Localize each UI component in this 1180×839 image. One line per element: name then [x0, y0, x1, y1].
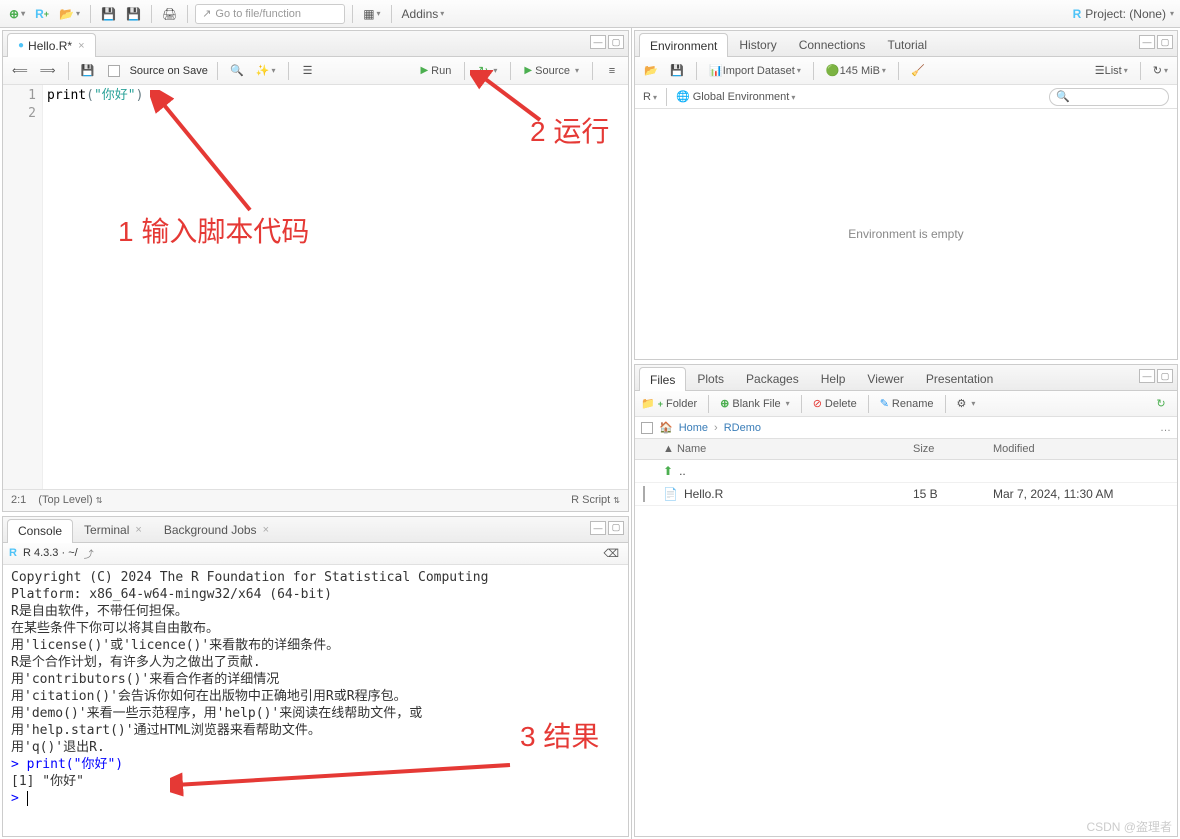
tab-environment[interactable]: Environment	[639, 33, 728, 57]
maximize-icon[interactable]: ▢	[608, 35, 624, 49]
rename-button[interactable]: ✎Rename	[880, 397, 934, 410]
tab-presentation[interactable]: Presentation	[915, 366, 1004, 390]
console-pane: Console Terminal× Background Jobs× — ▢ R…	[2, 516, 629, 837]
wand-icon[interactable]: ✨	[253, 61, 279, 81]
tab-terminal[interactable]: Terminal×	[73, 518, 153, 542]
tab-console[interactable]: Console	[7, 519, 73, 543]
breadcrumb-rdemo[interactable]: RDemo	[724, 422, 761, 434]
select-all-checkbox[interactable]	[641, 422, 653, 434]
env-search-input[interactable]: 🔍	[1049, 88, 1169, 106]
maximize-icon[interactable]: ▢	[608, 521, 624, 535]
environment-pane: Environment History Connections Tutorial…	[634, 30, 1178, 360]
tab-tutorial[interactable]: Tutorial	[876, 32, 938, 56]
new-folder-button[interactable]: 📁+Folder	[641, 397, 697, 410]
refresh-icon[interactable]: ↻	[1150, 61, 1171, 81]
source-button[interactable]: ▶Source	[520, 63, 583, 79]
outline-icon[interactable]: ☰	[298, 61, 318, 81]
watermark: CSDN @盗理者	[1086, 818, 1172, 835]
code-editor[interactable]: 12 print("你好")	[3, 85, 628, 489]
console-output[interactable]: Copyright (C) 2024 The R Foundation for …	[3, 565, 628, 836]
open-file-icon[interactable]: 📂	[56, 4, 83, 24]
tab-viewer[interactable]: Viewer	[856, 366, 914, 390]
list-view-button[interactable]: ☰ List	[1092, 61, 1131, 81]
minimize-icon[interactable]: —	[590, 35, 606, 49]
save-icon[interactable]: 💾	[98, 4, 119, 24]
minimize-icon[interactable]: —	[1139, 35, 1155, 49]
file-checkbox[interactable]	[643, 486, 645, 502]
addins-menu[interactable]: Addins	[399, 4, 448, 24]
scope-selector[interactable]: (Top Level) ⇅	[38, 494, 102, 506]
breadcrumb-home[interactable]: Home	[679, 422, 708, 434]
project-selector[interactable]: R Project: (None) ▾	[1073, 7, 1174, 21]
print-icon[interactable]: 🖨	[159, 4, 180, 24]
file-tab[interactable]: ● Hello.R* ×	[7, 33, 96, 57]
load-workspace-icon[interactable]: 📂	[641, 61, 661, 81]
blank-file-button[interactable]: ⊕Blank File	[720, 397, 790, 410]
new-project-icon[interactable]: R+	[32, 4, 52, 24]
find-icon[interactable]: 🔍	[227, 61, 247, 81]
save-workspace-icon[interactable]: 💾	[667, 61, 687, 81]
console-header: R 4.3.3 · ~/	[23, 547, 78, 559]
source-on-save-checkbox[interactable]	[104, 61, 124, 81]
tab-files[interactable]: Files	[639, 367, 686, 391]
global-env-selector[interactable]: 🌐 Global Environment	[676, 90, 795, 103]
outline-toggle-icon[interactable]: ≡	[602, 61, 622, 81]
tab-background-jobs[interactable]: Background Jobs×	[153, 518, 280, 542]
grid-icon[interactable]: ▦	[360, 4, 383, 24]
save-icon[interactable]: 💾	[78, 61, 98, 81]
source-pane: ● Hello.R* × — ▢ ⟸ ⟹ 💾 Source on Save 🔍 …	[2, 30, 629, 512]
save-all-icon[interactable]: 💾	[123, 4, 144, 24]
delete-button[interactable]: ⊘Delete	[813, 397, 857, 410]
memory-indicator[interactable]: 🟢 145 MiB	[823, 61, 889, 81]
maximize-icon[interactable]: ▢	[1157, 369, 1173, 383]
files-pane: Files Plots Packages Help Viewer Present…	[634, 364, 1178, 837]
file-row[interactable]: 📄Hello.R 15 B Mar 7, 2024, 11:30 AM	[635, 483, 1177, 506]
breadcrumb: 🏠 Home › RDemo …	[635, 417, 1177, 439]
gear-icon[interactable]: ⚙	[957, 397, 976, 410]
close-icon[interactable]: ×	[78, 40, 84, 52]
back-icon[interactable]: ⟸	[9, 61, 31, 81]
env-empty-message: Environment is empty	[635, 109, 1177, 359]
tab-history[interactable]: History	[728, 32, 787, 56]
cursor-position: 2:1	[11, 494, 26, 506]
new-file-icon[interactable]: ⊕	[6, 4, 28, 24]
maximize-icon[interactable]: ▢	[1157, 35, 1173, 49]
source-on-save-label: Source on Save	[130, 65, 208, 77]
refresh-files-icon[interactable]: ↻	[1151, 394, 1171, 414]
tab-connections[interactable]: Connections	[788, 32, 877, 56]
rerun-button[interactable]: ↻	[474, 62, 501, 80]
goto-input[interactable]: ↗ Go to file/function	[195, 4, 345, 24]
forward-icon[interactable]: ⟹	[37, 61, 59, 81]
tab-plots[interactable]: Plots	[686, 366, 735, 390]
import-dataset-button[interactable]: 📊 Import Dataset	[706, 61, 804, 81]
clear-env-icon[interactable]: 🧹	[908, 61, 928, 81]
tab-packages[interactable]: Packages	[735, 366, 810, 390]
tab-help[interactable]: Help	[810, 366, 857, 390]
run-button[interactable]: ▶Run	[416, 63, 455, 79]
clear-console-icon[interactable]: ⌫	[600, 543, 622, 563]
home-icon[interactable]: 🏠	[659, 421, 673, 434]
main-toolbar: ⊕ R+ 📂 💾 💾 🖨 ↗ Go to file/function ▦ Add…	[0, 0, 1180, 28]
lang-selector[interactable]: R Script ⇅	[571, 494, 620, 506]
more-path-icon[interactable]: …	[1160, 422, 1171, 434]
minimize-icon[interactable]: —	[590, 521, 606, 535]
r-scope-selector[interactable]: R	[643, 91, 657, 103]
file-row-up[interactable]: ⬆..	[635, 460, 1177, 483]
minimize-icon[interactable]: —	[1139, 369, 1155, 383]
